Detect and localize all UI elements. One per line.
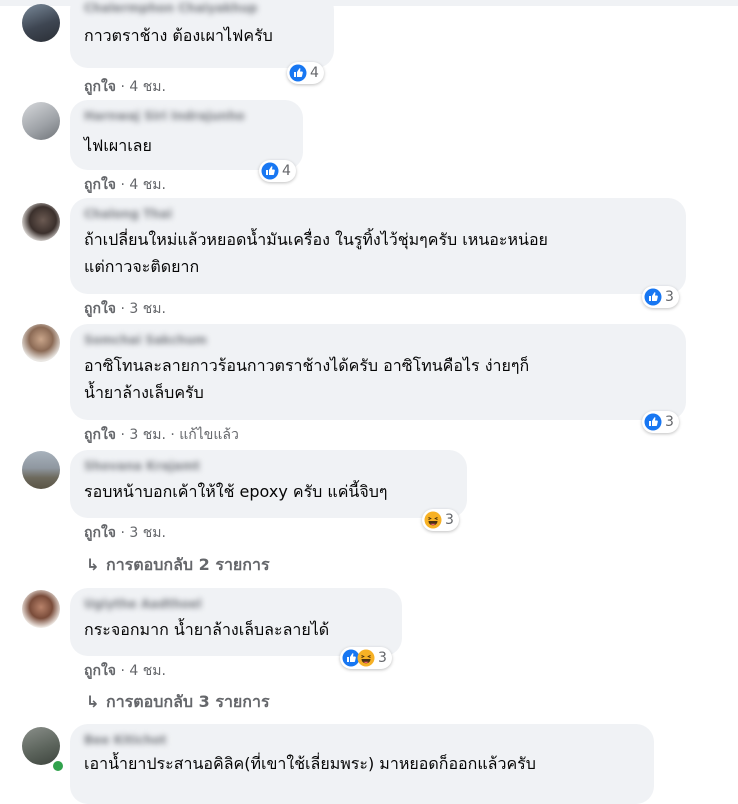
- avatar[interactable]: [22, 324, 60, 362]
- comment-text: ถ้าเปลี่ยนใหม่แล้วหยอดน้ำมันเครื่อง ในรู…: [84, 230, 548, 276]
- avatar[interactable]: [22, 203, 60, 241]
- comment-time: · 4 ชม.: [116, 663, 166, 679]
- thumbs-up-reaction-icon: [644, 288, 662, 306]
- comment-time: · 4 ชม.: [116, 177, 166, 193]
- reaction-count: 3: [378, 650, 387, 666]
- comment-author[interactable]: Bee Kitichot: [84, 732, 640, 748]
- online-status-dot: [51, 759, 65, 773]
- like-link[interactable]: ถูกใจ: [84, 79, 116, 95]
- like-link[interactable]: ถูกใจ: [84, 301, 116, 317]
- reaction-count: 4: [310, 65, 319, 81]
- laughing-face-reaction-icon: [357, 649, 375, 667]
- reaction-summary[interactable]: 3: [422, 509, 459, 531]
- avatar[interactable]: [22, 451, 60, 489]
- like-link[interactable]: ถูกใจ: [84, 177, 116, 193]
- comment-bubble: Bee Kitichot เอาน้ำยาประสานอคิลิค(ที่เขา…: [70, 724, 654, 804]
- reply-arrow-icon: ↳: [86, 555, 100, 574]
- reaction-count: 3: [445, 512, 454, 528]
- comment-time: · 3 ชม. · แก้ไขแล้ว: [116, 427, 239, 443]
- comment-meta: ถูกใจ · 4 ชม.: [84, 76, 166, 98]
- thumbs-up-reaction-icon: [289, 64, 307, 82]
- thumbs-up-reaction-icon: [261, 162, 279, 180]
- comment-author[interactable]: Shovana Krajamt: [84, 458, 453, 474]
- comment-text: กระจอกมาก น้ำยาล้างเล็บละลายได้: [84, 620, 330, 639]
- comment-bubble: Ugiythe Aadthoel กระจอกมาก น้ำยาล้างเล็บ…: [70, 588, 402, 656]
- comment-time: · 3 ชม.: [116, 301, 166, 317]
- like-link[interactable]: ถูกใจ: [84, 525, 116, 541]
- comment-text: รอบหน้าบอกเค้าให้ใช้ epoxy ครับ แค่นี้จิ…: [84, 482, 388, 501]
- comment-text: เอาน้ำยาประสานอคิลิค(ที่เขาใช้เลี่ยมพระ)…: [84, 754, 536, 773]
- reaction-count: 4: [282, 163, 291, 179]
- comment-bubble: Chalermphon Chaiyakhup กาวตราช้าง ต้องเผ…: [70, 0, 334, 68]
- view-replies-link[interactable]: ↳ การตอบกลับ 3 รายการ: [86, 690, 270, 715]
- comment-meta: ถูกใจ · 4 ชม.: [84, 660, 166, 682]
- comment-author[interactable]: Chalermphon Chaiyakhup: [84, 0, 320, 16]
- avatar[interactable]: [22, 590, 60, 628]
- thumbs-up-reaction-icon: [644, 413, 662, 431]
- comment-time: · 4 ชม.: [116, 79, 166, 95]
- reaction-summary[interactable]: 4: [259, 160, 296, 182]
- reaction-summary[interactable]: 3: [642, 411, 679, 433]
- comment-bubble: Somchai Sakchum อาซิโทนละลายกาวร้อนกาวตร…: [70, 324, 686, 420]
- reply-arrow-icon: ↳: [86, 692, 100, 711]
- comment-meta: ถูกใจ · 3 ชม.: [84, 522, 166, 544]
- reaction-count: 3: [665, 414, 674, 430]
- comment-meta: ถูกใจ · 3 ชม. · แก้ไขแล้ว: [84, 424, 239, 446]
- reaction-count: 3: [665, 289, 674, 305]
- comment-bubble: Shovana Krajamt รอบหน้าบอกเค้าให้ใช้ epo…: [70, 450, 467, 518]
- comment-text: ไฟเผาเลย: [84, 136, 152, 155]
- reaction-summary[interactable]: 4: [287, 62, 324, 84]
- reaction-summary[interactable]: 3: [340, 647, 392, 669]
- comment-author[interactable]: Ugiythe Aadthoel: [84, 596, 388, 612]
- replies-label: การตอบกลับ 2 รายการ: [106, 555, 270, 574]
- laughing-face-reaction-icon: [424, 511, 442, 529]
- comment-text: อาซิโทนละลายกาวร้อนกาวตราช้างได้ครับ อาซ…: [84, 356, 530, 402]
- like-link[interactable]: ถูกใจ: [84, 663, 116, 679]
- comment-meta: ถูกใจ · 3 ชม.: [84, 298, 166, 320]
- replies-label: การตอบกลับ 3 รายการ: [106, 692, 270, 711]
- comment-text: กาวตราช้าง ต้องเผาไฟครับ: [84, 26, 273, 45]
- view-replies-link[interactable]: ↳ การตอบกลับ 2 รายการ: [86, 553, 270, 578]
- like-link[interactable]: ถูกใจ: [84, 427, 116, 443]
- comment-author[interactable]: Somchai Sakchum: [84, 332, 672, 348]
- comment-bubble: Chalong Thai ถ้าเปลี่ยนใหม่แล้วหยอดน้ำมั…: [70, 198, 686, 294]
- reaction-summary[interactable]: 3: [642, 286, 679, 308]
- comment-meta: ถูกใจ · 4 ชม.: [84, 174, 166, 196]
- avatar[interactable]: [22, 4, 60, 42]
- comment-time: · 3 ชม.: [116, 525, 166, 541]
- avatar[interactable]: [22, 102, 60, 140]
- comment-author[interactable]: Harnwaj Siri Indrajunho: [84, 108, 289, 124]
- comment-author[interactable]: Chalong Thai: [84, 206, 672, 222]
